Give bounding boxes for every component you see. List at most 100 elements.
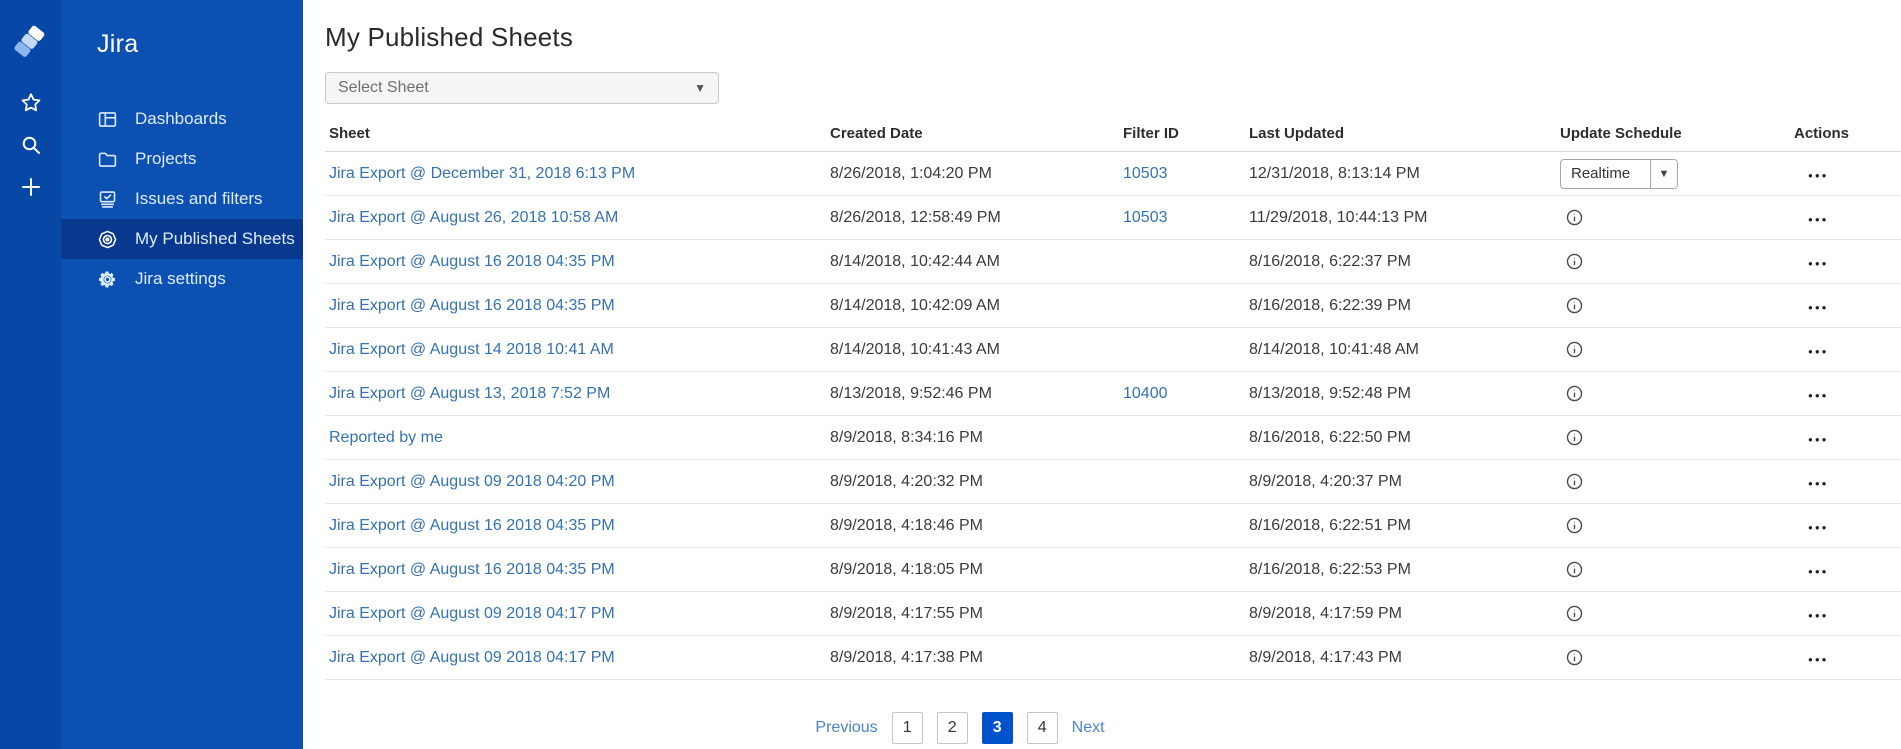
sheet-link[interactable]: Jira Export @ August 16 2018 04:35 PM <box>329 297 615 314</box>
created-date-cell: 8/9/2018, 8:34:16 PM <box>826 429 1119 447</box>
gear-icon <box>97 269 118 290</box>
plus-icon[interactable] <box>14 170 48 204</box>
sheet-link[interactable]: Jira Export @ August 14 2018 10:41 AM <box>329 341 614 358</box>
select-sheet-placeholder: Select Sheet <box>338 79 429 97</box>
created-date-cell: 8/26/2018, 1:04:20 PM <box>826 165 1119 183</box>
last-updated-cell: 8/13/2018, 9:52:48 PM <box>1245 385 1556 403</box>
more-actions-icon[interactable]: ●●● <box>1794 523 1829 532</box>
dashboard-icon <box>97 109 118 130</box>
last-updated-cell: 8/9/2018, 4:17:43 PM <box>1245 649 1556 667</box>
last-updated-cell: 8/9/2018, 4:20:37 PM <box>1245 473 1556 491</box>
sidebar: Jira DashboardsProjectsIssues and filter… <box>61 0 303 749</box>
global-icon-bar <box>0 0 61 749</box>
app-root: Jira DashboardsProjectsIssues and filter… <box>0 0 1901 749</box>
sidebar-item-label: Issues and filters <box>135 189 263 209</box>
last-updated-cell: 8/16/2018, 6:22:53 PM <box>1245 561 1556 579</box>
sidebar-item-label: Dashboards <box>135 109 227 129</box>
sidebar-item-jira-settings[interactable]: Jira settings <box>61 259 303 299</box>
last-updated-cell: 8/9/2018, 4:17:59 PM <box>1245 605 1556 623</box>
sheet-link[interactable]: Jira Export @ August 09 2018 04:17 PM <box>329 649 615 666</box>
issues-icon <box>97 189 118 210</box>
schedule-info-icon[interactable] <box>1566 429 1583 446</box>
created-date-cell: 8/9/2018, 4:17:55 PM <box>826 605 1119 623</box>
sheet-link[interactable]: Jira Export @ August 09 2018 04:17 PM <box>329 605 615 622</box>
search-icon[interactable] <box>14 128 48 162</box>
sheet-link[interactable]: Jira Export @ August 26, 2018 10:58 AM <box>329 209 618 226</box>
update-schedule-value: Realtime <box>1561 160 1650 188</box>
table-header-row: Sheet Created Date Filter ID Last Update… <box>325 116 1901 152</box>
more-actions-icon[interactable]: ●●● <box>1794 171 1829 180</box>
more-actions-icon[interactable]: ●●● <box>1794 303 1829 312</box>
last-updated-cell: 8/14/2018, 10:41:48 AM <box>1245 341 1556 359</box>
page-button-4[interactable]: 4 <box>1027 712 1058 744</box>
chevron-down-icon[interactable]: ▼ <box>1650 160 1677 188</box>
schedule-info-icon[interactable] <box>1566 561 1583 578</box>
page-button-2[interactable]: 2 <box>937 712 968 744</box>
more-actions-icon[interactable]: ●●● <box>1794 435 1829 444</box>
more-actions-icon[interactable]: ●●● <box>1794 347 1829 356</box>
previous-page-link[interactable]: Previous <box>815 719 877 737</box>
table-body: Jira Export @ December 31, 2018 6:13 PM 8… <box>325 152 1901 680</box>
created-date-cell: 8/14/2018, 10:41:43 AM <box>826 341 1119 359</box>
created-date-cell: 8/9/2018, 4:18:46 PM <box>826 517 1119 535</box>
created-date-cell: 8/9/2018, 4:18:05 PM <box>826 561 1119 579</box>
table-row: Jira Export @ August 14 2018 10:41 AM 8/1… <box>325 328 1901 372</box>
sidebar-item-projects[interactable]: Projects <box>61 139 303 179</box>
schedule-info-icon[interactable] <box>1566 517 1583 534</box>
sheet-link[interactable]: Jira Export @ August 16 2018 04:35 PM <box>329 561 615 578</box>
more-actions-icon[interactable]: ●●● <box>1794 655 1829 664</box>
schedule-info-icon[interactable] <box>1566 209 1583 226</box>
sidebar-item-issues-and-filters[interactable]: Issues and filters <box>61 179 303 219</box>
update-schedule-select[interactable]: Realtime▼ <box>1560 159 1678 189</box>
more-actions-icon[interactable]: ●●● <box>1794 567 1829 576</box>
last-updated-cell: 8/16/2018, 6:22:51 PM <box>1245 517 1556 535</box>
created-date-cell: 8/9/2018, 4:17:38 PM <box>826 649 1119 667</box>
table-row: Jira Export @ August 13, 2018 7:52 PM 8/1… <box>325 372 1901 416</box>
sidebar-item-dashboards[interactable]: Dashboards <box>61 99 303 139</box>
last-updated-cell: 8/16/2018, 6:22:50 PM <box>1245 429 1556 447</box>
sheet-link[interactable]: Jira Export @ August 16 2018 04:35 PM <box>329 517 615 534</box>
sidebar-nav: Dashboards Projects Issues and filters My P… <box>61 99 303 299</box>
sheet-link[interactable]: Jira Export @ August 16 2018 04:35 PM <box>329 253 615 270</box>
jira-logo-icon[interactable] <box>14 24 48 58</box>
target-icon <box>97 229 118 250</box>
schedule-info-icon[interactable] <box>1566 605 1583 622</box>
sheet-link[interactable]: Reported by me <box>329 429 443 446</box>
table-row: Jira Export @ August 16 2018 04:35 PM8/1… <box>325 240 1901 284</box>
chevron-down-icon: ▼ <box>694 81 706 95</box>
sidebar-item-my-published-sheets[interactable]: My Published Sheets <box>61 219 303 259</box>
table-row: Jira Export @ December 31, 2018 6:13 PM 8… <box>325 152 1901 196</box>
sheet-link[interactable]: Jira Export @ August 13, 2018 7:52 PM <box>329 385 610 402</box>
next-page-link[interactable]: Next <box>1072 719 1105 737</box>
more-actions-icon[interactable]: ●●● <box>1794 479 1829 488</box>
more-actions-icon[interactable]: ●●● <box>1794 391 1829 400</box>
schedule-info-icon[interactable] <box>1566 297 1583 314</box>
more-actions-icon[interactable]: ●●● <box>1794 611 1829 620</box>
table-row: Reported by me 8/9/2018, 8:34:16 PM 8/16/2… <box>325 416 1901 460</box>
more-actions-icon[interactable]: ●●● <box>1794 259 1829 268</box>
schedule-info-icon[interactable] <box>1566 649 1583 666</box>
sheet-link[interactable]: Jira Export @ December 31, 2018 6:13 PM <box>329 165 635 182</box>
col-header-sheet: Sheet <box>325 125 826 142</box>
table-row: Jira Export @ August 26, 2018 10:58 AM8/… <box>325 196 1901 240</box>
table-row: Jira Export @ August 16 2018 04:35 PM 8/9… <box>325 504 1901 548</box>
filter-id-link[interactable]: 10503 <box>1123 209 1168 226</box>
sheet-link[interactable]: Jira Export @ August 09 2018 04:20 PM <box>329 473 615 490</box>
select-sheet-dropdown[interactable]: Select Sheet ▼ <box>325 72 719 104</box>
table-row: Jira Export @ August 09 2018 04:20 PM 8/9… <box>325 460 1901 504</box>
schedule-info-icon[interactable] <box>1566 473 1583 490</box>
page-button-3[interactable]: 3 <box>982 712 1013 744</box>
created-date-cell: 8/13/2018, 9:52:46 PM <box>826 385 1119 403</box>
filter-id-link[interactable]: 10400 <box>1123 385 1168 402</box>
col-header-actions: Actions <box>1790 125 1901 142</box>
table-row: Jira Export @ August 09 2018 04:17 PM 8/9… <box>325 592 1901 636</box>
page-button-1[interactable]: 1 <box>892 712 923 744</box>
sidebar-item-label: Jira settings <box>135 269 226 289</box>
schedule-info-icon[interactable] <box>1566 341 1583 358</box>
col-header-created-date: Created Date <box>826 125 1119 142</box>
schedule-info-icon[interactable] <box>1566 385 1583 402</box>
schedule-info-icon[interactable] <box>1566 253 1583 270</box>
filter-id-link[interactable]: 10503 <box>1123 165 1168 182</box>
star-icon[interactable] <box>14 86 48 120</box>
more-actions-icon[interactable]: ●●● <box>1794 215 1829 224</box>
